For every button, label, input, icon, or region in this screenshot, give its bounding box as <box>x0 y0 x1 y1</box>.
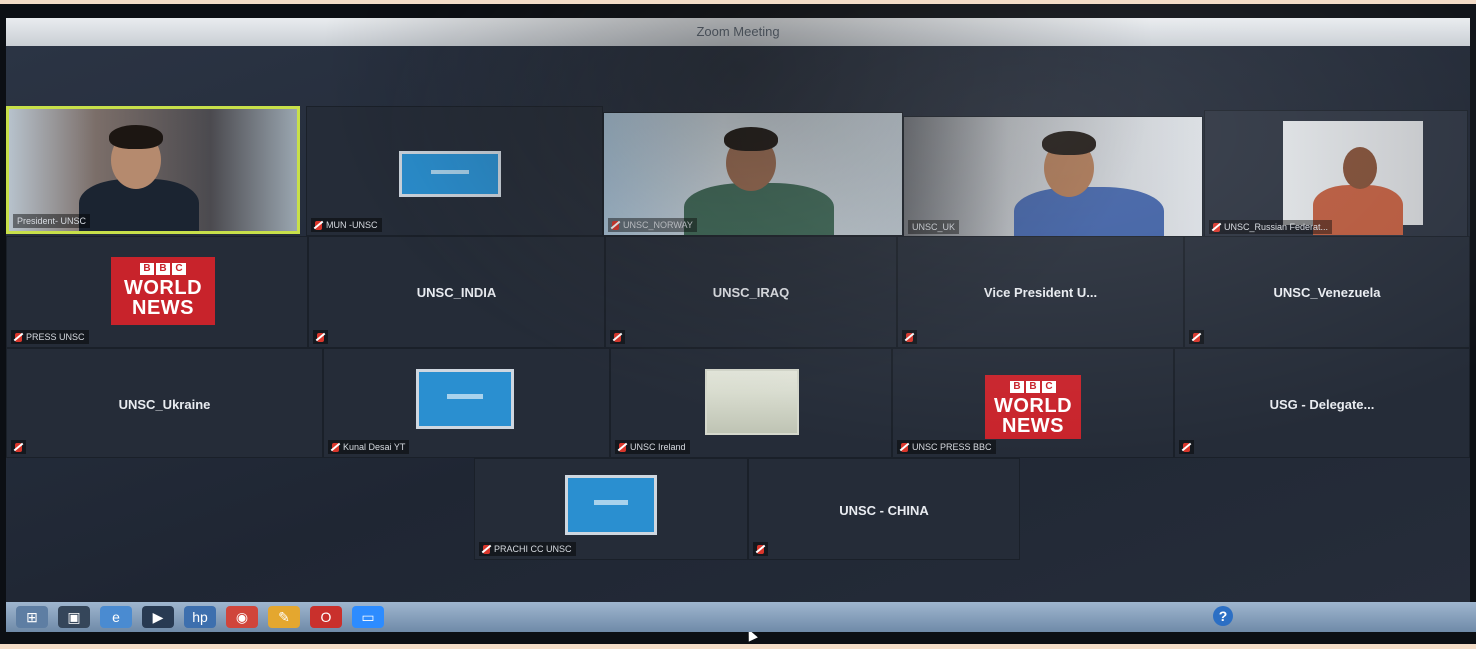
participant-display-name: UNSC_Ukraine <box>118 396 211 412</box>
participant-name: UNSC_UK <box>912 222 956 232</box>
opera-icon[interactable]: O <box>310 606 342 628</box>
participant-tile-india[interactable]: UNSC_INDIA <box>308 236 605 348</box>
muted-mic-icon <box>315 220 322 230</box>
participant-name-tag <box>610 330 625 344</box>
participant-name-tag: UNSC_Russian Federat... <box>1209 220 1333 234</box>
participant-name: PRACHI CC UNSC <box>494 544 572 554</box>
participant-tile-china[interactable]: UNSC - CHINA <box>748 458 1020 560</box>
gallery-view: President- UNSC MUN -UNSC UNSC_NORWAY UN… <box>6 46 1470 642</box>
chrome-icon[interactable]: ◉ <box>226 606 258 628</box>
participant-name-tag <box>902 330 917 344</box>
muted-mic-icon <box>483 544 490 554</box>
windows-taskbar: ⊞ ▣ e ▶ hp ◉ ✎ O ▭ ? <box>6 602 1476 632</box>
muted-mic-icon <box>1183 442 1190 452</box>
participant-tile-president[interactable]: President- UNSC <box>6 106 300 234</box>
participant-tile-press-unsc[interactable]: B B C WORLD NEWS PRESS UNSC <box>6 236 308 348</box>
participant-name-tag: PRESS UNSC <box>11 330 89 344</box>
participant-name: UNSC_Russian Federat... <box>1224 222 1329 232</box>
paint-icon[interactable]: ✎ <box>268 606 300 628</box>
file-explorer-icon[interactable]: ▣ <box>58 606 90 628</box>
zoom-icon[interactable]: ▭ <box>352 606 384 628</box>
participant-tile-russian-federation[interactable]: UNSC_Russian Federat... <box>1204 110 1468 238</box>
participant-tile-venezuela[interactable]: UNSC_Venezuela <box>1184 236 1470 348</box>
media-player-icon[interactable]: ▶ <box>142 606 174 628</box>
window-title: Zoom Meeting <box>6 18 1470 46</box>
participant-tile-usg-delegate[interactable]: USG - Delegate... <box>1174 348 1470 458</box>
monitor-screen: Zoom Meeting President- UNSC MUN -UNSC U… <box>0 4 1476 644</box>
participant-tile-ireland[interactable]: UNSC Ireland <box>610 348 892 458</box>
participant-display-name: UNSC_INDIA <box>416 285 497 301</box>
participant-name-tag <box>11 440 26 454</box>
participant-display-name: USG - Delegate... <box>1269 396 1375 412</box>
participant-name: President- UNSC <box>17 216 87 226</box>
help-icon[interactable]: ? <box>1213 606 1233 626</box>
participant-name-tag: UNSC_UK <box>908 220 960 234</box>
participant-name-tag <box>753 542 768 556</box>
muted-mic-icon <box>15 332 22 342</box>
muted-mic-icon <box>619 442 626 452</box>
participant-video <box>9 109 297 231</box>
participant-display-name: Vice President U... <box>983 285 1098 301</box>
muted-mic-icon <box>317 332 324 342</box>
muted-mic-icon <box>757 544 764 554</box>
muted-mic-icon <box>1213 222 1220 232</box>
muted-mic-icon <box>332 442 339 452</box>
bbc-world-news-logo: B B C WORLD NEWS <box>985 375 1081 439</box>
shared-screen-thumbnail <box>565 475 657 535</box>
muted-mic-icon <box>1193 332 1200 342</box>
participant-display-name: UNSC_Venezuela <box>1273 285 1381 301</box>
participant-video <box>904 117 1202 237</box>
participant-tile-vice-president[interactable]: Vice President U... <box>897 236 1184 348</box>
muted-mic-icon <box>906 332 913 342</box>
participant-name-tag: President- UNSC <box>13 214 91 228</box>
participant-name-tag: Kunal Desai YT <box>328 440 410 454</box>
participant-name-tag <box>1179 440 1194 454</box>
internet-explorer-icon[interactable]: e <box>100 606 132 628</box>
start-menu-icon[interactable]: ⊞ <box>16 606 48 628</box>
participant-name: UNSC PRESS BBC <box>912 442 992 452</box>
participant-name: PRESS UNSC <box>26 332 85 342</box>
participant-tile-mun-unsc[interactable]: MUN -UNSC <box>306 106 603 236</box>
bbc-world-news-logo: B B C WORLD NEWS <box>111 257 215 325</box>
muted-mic-icon <box>614 332 621 342</box>
participant-name: UNSC_NORWAY <box>623 220 693 230</box>
participant-name: Kunal Desai YT <box>343 442 406 452</box>
participant-video <box>604 113 902 235</box>
shared-screen-thumbnail <box>399 151 501 197</box>
participant-name: MUN -UNSC <box>326 220 378 230</box>
participant-tile-press-bbc[interactable]: B B C WORLD NEWS UNSC PRESS BBC <box>892 348 1174 458</box>
participant-display-name: UNSC_IRAQ <box>712 285 790 301</box>
participant-name: UNSC Ireland <box>630 442 686 452</box>
muted-mic-icon <box>901 442 908 452</box>
participant-display-name: UNSC - CHINA <box>839 503 929 518</box>
participant-tile-kunal-desai[interactable]: Kunal Desai YT <box>323 348 610 458</box>
participant-name-tag <box>1189 330 1204 344</box>
participant-name-tag: UNSC PRESS BBC <box>897 440 996 454</box>
profile-picture <box>705 369 799 435</box>
participant-tile-norway[interactable]: UNSC_NORWAY <box>603 112 903 236</box>
participant-tile-prachi[interactable]: PRACHI CC UNSC <box>474 458 748 560</box>
muted-mic-icon <box>15 442 22 452</box>
participant-tile-uk[interactable]: UNSC_UK <box>903 116 1203 238</box>
participant-tile-ukraine[interactable]: UNSC_Ukraine <box>6 348 323 458</box>
participant-name-tag: UNSC_NORWAY <box>608 218 697 232</box>
participant-name-tag: UNSC Ireland <box>615 440 690 454</box>
muted-mic-icon <box>612 220 619 230</box>
participant-tile-iraq[interactable]: UNSC_IRAQ <box>605 236 897 348</box>
participant-name-tag: PRACHI CC UNSC <box>479 542 576 556</box>
participant-name-tag <box>313 330 328 344</box>
shared-screen-thumbnail <box>416 369 514 429</box>
participant-name-tag: MUN -UNSC <box>311 218 382 232</box>
hp-icon[interactable]: hp <box>184 606 216 628</box>
participant-video <box>1283 121 1423 235</box>
